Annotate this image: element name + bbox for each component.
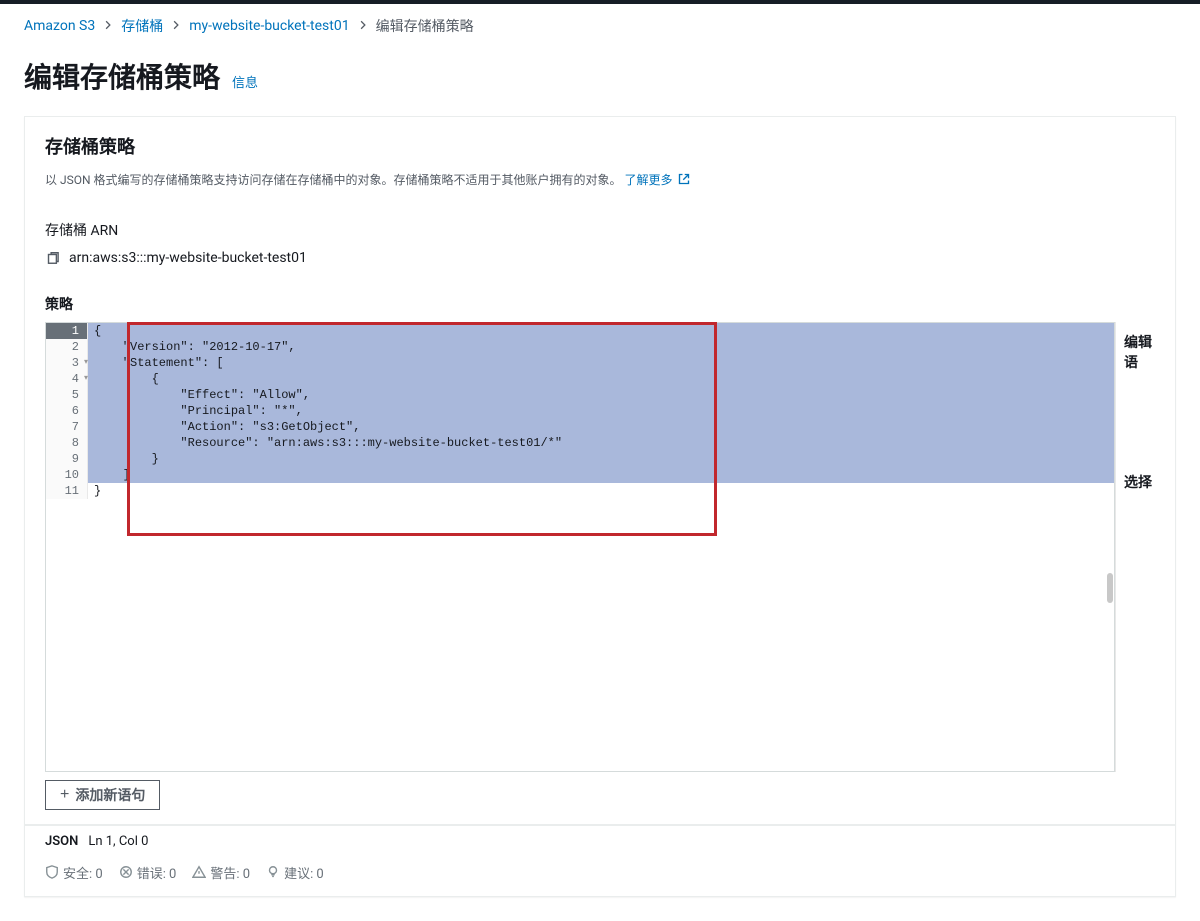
editor-wrap: 1 2 3▾ 4▾ 5 6 7 8 9 10 11 { "V [25, 322, 1175, 772]
shield-icon [45, 865, 59, 879]
add-statement-label: 添加新语句 [75, 785, 145, 805]
cursor-position: Ln 1, Col 0 [88, 834, 148, 849]
gutter-line-2: 2 [46, 339, 87, 355]
policy-panel: 存储桶策略 以 JSON 格式编写的存储桶策略支持访问存储在存储桶中的对象。存储… [24, 116, 1176, 897]
arn-row: arn:aws:s3:::my-website-bucket-test01 [25, 246, 1175, 282]
policy-label: 策略 [25, 282, 1175, 322]
gutter-line-10: 10 [46, 467, 87, 483]
copy-icon[interactable] [45, 251, 59, 265]
page-title: 编辑存储桶策略 [24, 56, 220, 96]
code-body[interactable]: { "Version": "2012-10-17", "Statement": … [88, 323, 1114, 499]
edit-statements-label[interactable]: 编辑语 [1124, 332, 1155, 372]
gutter-line-9: 9 [46, 451, 87, 467]
editor-sidebar: 编辑语 选择 [1115, 322, 1155, 772]
breadcrumb-buckets[interactable]: 存储桶 [121, 16, 163, 36]
chevron-right-icon [171, 18, 181, 34]
page-content: Amazon S3 存储桶 my-website-bucket-test01 编… [0, 4, 1200, 897]
code-line[interactable]: "Version": "2012-10-17", [88, 339, 1114, 355]
panel-description: 以 JSON 格式编写的存储桶策略支持访问存储在存储桶中的对象。存储桶策略不适用… [25, 171, 1175, 206]
diag-warnings-text: 警告: 0 [210, 863, 250, 882]
diag-errors-text: 错误: 0 [137, 863, 177, 882]
gutter-line-8: 8 [46, 435, 87, 451]
breadcrumb-current: 编辑存储桶策略 [376, 16, 474, 36]
breadcrumb: Amazon S3 存储桶 my-website-bucket-test01 编… [0, 4, 1200, 48]
learn-more-link[interactable]: 了解更多 [625, 173, 690, 187]
scrollbar-thumb[interactable] [1107, 573, 1113, 603]
diag-warnings[interactable]: 警告: 0 [192, 863, 250, 882]
chevron-right-icon [103, 18, 113, 34]
code-line[interactable]: "Resource": "arn:aws:s3:::my-website-buc… [88, 435, 1114, 451]
breadcrumb-bucket-name[interactable]: my-website-bucket-test01 [189, 18, 349, 34]
code-line[interactable]: { [88, 371, 1114, 387]
panel-desc-text: 以 JSON 格式编写的存储桶策略支持访问存储在存储桶中的对象。存储桶策略不适用… [45, 173, 622, 187]
lightbulb-icon [266, 865, 280, 879]
gutter-line-3: 3▾ [46, 355, 87, 371]
error-icon [119, 865, 133, 879]
code-line[interactable]: { [88, 323, 1114, 339]
code-line[interactable]: "Action": "s3:GetObject", [88, 419, 1114, 435]
code-line[interactable]: } [88, 483, 1114, 499]
panel-title: 存储桶策略 [45, 133, 1155, 159]
diagnostics-bar: 安全: 0 错误: 0 警告: 0 建议: 0 [25, 857, 1175, 896]
line-gutter: 1 2 3▾ 4▾ 5 6 7 8 9 10 11 [46, 323, 88, 499]
info-link[interactable]: 信息 [232, 72, 258, 91]
code-line[interactable]: ] [88, 467, 1114, 483]
warning-icon [192, 865, 206, 879]
gutter-line-6: 6 [46, 403, 87, 419]
panel-header: 存储桶策略 [25, 117, 1175, 171]
gutter-line-1: 1 [46, 323, 87, 339]
status-bar: JSON Ln 1, Col 0 [25, 825, 1175, 857]
code-line[interactable]: "Principal": "*", [88, 403, 1114, 419]
code-line[interactable]: } [88, 451, 1114, 467]
json-tag: JSON [45, 834, 78, 849]
code-line[interactable]: "Effect": "Allow", [88, 387, 1114, 403]
arn-value: arn:aws:s3:::my-website-bucket-test01 [69, 250, 307, 266]
diag-security[interactable]: 安全: 0 [45, 863, 103, 882]
gutter-line-5: 5 [46, 387, 87, 403]
page-header: 编辑存储桶策略 信息 [0, 48, 1200, 116]
chevron-right-icon [358, 18, 368, 34]
add-statement-row: + 添加新语句 [25, 772, 1175, 810]
plus-icon: + [60, 786, 69, 804]
policy-editor[interactable]: 1 2 3▾ 4▾ 5 6 7 8 9 10 11 { "V [45, 322, 1115, 772]
diag-security-text: 安全: 0 [63, 863, 103, 882]
diag-suggestions-text: 建议: 0 [284, 863, 324, 882]
gutter-line-11: 11 [46, 483, 87, 499]
arn-label: 存储桶 ARN [25, 206, 1175, 246]
diag-errors[interactable]: 错误: 0 [119, 863, 177, 882]
code-line[interactable]: "Statement": [ [88, 355, 1114, 371]
add-statement-button[interactable]: + 添加新语句 [45, 780, 160, 810]
gutter-line-7: 7 [46, 419, 87, 435]
diag-suggestions[interactable]: 建议: 0 [266, 863, 324, 882]
external-link-icon [678, 172, 690, 190]
gutter-line-4: 4▾ [46, 371, 87, 387]
breadcrumb-s3[interactable]: Amazon S3 [24, 18, 95, 34]
select-label[interactable]: 选择 [1124, 472, 1155, 492]
